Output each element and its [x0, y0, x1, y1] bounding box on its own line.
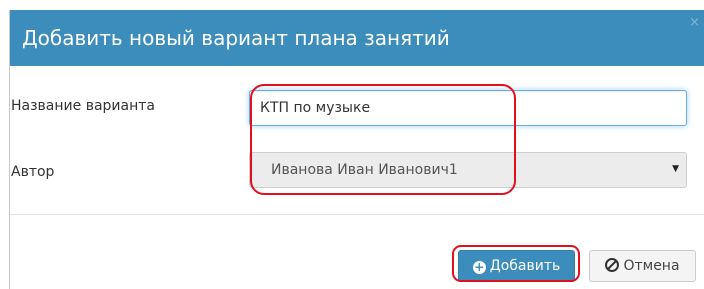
- add-plan-variant-dialog: Добавить новый вариант плана занятий ×: [9, 10, 704, 289]
- dialog-header: Добавить новый вариант плана занятий ×: [10, 10, 704, 66]
- footer-divider: [10, 214, 704, 215]
- ban-icon: [605, 258, 620, 272]
- close-icon[interactable]: ×: [689, 16, 700, 29]
- variant-name-label: Название варианта: [11, 98, 155, 114]
- author-select-value: Иванова Иван Иванович1: [271, 162, 458, 178]
- cancel-button-label: Отмена: [623, 258, 680, 274]
- plus-circle-icon: +: [472, 260, 486, 274]
- author-select[interactable]: Иванова Иван Иванович1 ▼: [249, 152, 687, 188]
- dialog-title: Добавить новый вариант плана занятий: [22, 26, 450, 50]
- caret-down-icon: ▼: [672, 164, 679, 174]
- author-label: Автор: [11, 164, 55, 180]
- add-button[interactable]: + Добавить: [458, 250, 575, 282]
- cancel-button[interactable]: Отмена: [589, 250, 696, 282]
- add-button-label: Добавить: [489, 258, 561, 274]
- variant-name-input[interactable]: [249, 90, 687, 126]
